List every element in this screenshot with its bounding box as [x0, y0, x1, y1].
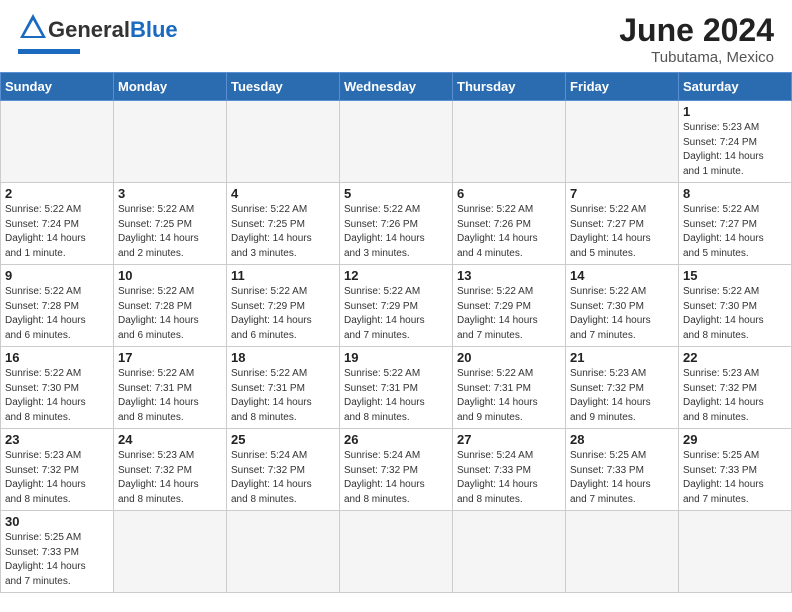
day-25: 25 Sunrise: 5:24 AMSunset: 7:32 PMDaylig…: [227, 429, 340, 511]
empty-cell: [114, 511, 227, 593]
day-16: 16 Sunrise: 5:22 AMSunset: 7:30 PMDaylig…: [1, 347, 114, 429]
header-wednesday: Wednesday: [340, 73, 453, 101]
day-27: 27 Sunrise: 5:24 AMSunset: 7:33 PMDaylig…: [453, 429, 566, 511]
day-5: 5 Sunrise: 5:22 AMSunset: 7:26 PMDayligh…: [340, 183, 453, 265]
empty-cell: [114, 101, 227, 183]
empty-cell: [453, 511, 566, 593]
day-11: 11 Sunrise: 5:22 AMSunset: 7:29 PMDaylig…: [227, 265, 340, 347]
day-21: 21 Sunrise: 5:23 AMSunset: 7:32 PMDaylig…: [566, 347, 679, 429]
empty-cell: [227, 511, 340, 593]
day-23: 23 Sunrise: 5:23 AMSunset: 7:32 PMDaylig…: [1, 429, 114, 511]
table-row: 9 Sunrise: 5:22 AMSunset: 7:28 PMDayligh…: [1, 265, 792, 347]
table-row: 30 Sunrise: 5:25 AMSunset: 7:33 PMDaylig…: [1, 511, 792, 593]
day-22: 22 Sunrise: 5:23 AMSunset: 7:32 PMDaylig…: [679, 347, 792, 429]
day-28: 28 Sunrise: 5:25 AMSunset: 7:33 PMDaylig…: [566, 429, 679, 511]
day-10: 10 Sunrise: 5:22 AMSunset: 7:28 PMDaylig…: [114, 265, 227, 347]
logo-icon: [18, 12, 48, 47]
empty-cell: [566, 101, 679, 183]
header-friday: Friday: [566, 73, 679, 101]
day-12: 12 Sunrise: 5:22 AMSunset: 7:29 PMDaylig…: [340, 265, 453, 347]
empty-cell: [340, 101, 453, 183]
day-9: 9 Sunrise: 5:22 AMSunset: 7:28 PMDayligh…: [1, 265, 114, 347]
day-17: 17 Sunrise: 5:22 AMSunset: 7:31 PMDaylig…: [114, 347, 227, 429]
title-block: June 2024 Tubutama, Mexico: [619, 12, 774, 66]
logo-bar: [18, 49, 80, 54]
day-1: 1 Sunrise: 5:23 AMSunset: 7:24 PMDayligh…: [679, 101, 792, 183]
day-30: 30 Sunrise: 5:25 AMSunset: 7:33 PMDaylig…: [1, 511, 114, 593]
empty-cell: [453, 101, 566, 183]
logo: GeneralBlue: [18, 12, 178, 54]
empty-cell: [679, 511, 792, 593]
calendar-table: Sunday Monday Tuesday Wednesday Thursday…: [0, 72, 792, 593]
day-24: 24 Sunrise: 5:23 AMSunset: 7:32 PMDaylig…: [114, 429, 227, 511]
day-13: 13 Sunrise: 5:22 AMSunset: 7:29 PMDaylig…: [453, 265, 566, 347]
day-8: 8 Sunrise: 5:22 AMSunset: 7:27 PMDayligh…: [679, 183, 792, 265]
day-19: 19 Sunrise: 5:22 AMSunset: 7:31 PMDaylig…: [340, 347, 453, 429]
empty-cell: [227, 101, 340, 183]
day-20: 20 Sunrise: 5:22 AMSunset: 7:31 PMDaylig…: [453, 347, 566, 429]
header-sunday: Sunday: [1, 73, 114, 101]
header-thursday: Thursday: [453, 73, 566, 101]
empty-cell: [340, 511, 453, 593]
day-2: 2 Sunrise: 5:22 AMSunset: 7:24 PMDayligh…: [1, 183, 114, 265]
empty-cell: [566, 511, 679, 593]
month-year: June 2024: [619, 12, 774, 49]
table-row: 23 Sunrise: 5:23 AMSunset: 7:32 PMDaylig…: [1, 429, 792, 511]
table-row: 1 Sunrise: 5:23 AMSunset: 7:24 PMDayligh…: [1, 101, 792, 183]
empty-cell: [1, 101, 114, 183]
day-26: 26 Sunrise: 5:24 AMSunset: 7:32 PMDaylig…: [340, 429, 453, 511]
header-monday: Monday: [114, 73, 227, 101]
day-29: 29 Sunrise: 5:25 AMSunset: 7:33 PMDaylig…: [679, 429, 792, 511]
day-6: 6 Sunrise: 5:22 AMSunset: 7:26 PMDayligh…: [453, 183, 566, 265]
day-4: 4 Sunrise: 5:22 AMSunset: 7:25 PMDayligh…: [227, 183, 340, 265]
logo-text: GeneralBlue: [48, 19, 178, 41]
header-tuesday: Tuesday: [227, 73, 340, 101]
day-15: 15 Sunrise: 5:22 AMSunset: 7:30 PMDaylig…: [679, 265, 792, 347]
header-saturday: Saturday: [679, 73, 792, 101]
table-row: 16 Sunrise: 5:22 AMSunset: 7:30 PMDaylig…: [1, 347, 792, 429]
day-18: 18 Sunrise: 5:22 AMSunset: 7:31 PMDaylig…: [227, 347, 340, 429]
day-3: 3 Sunrise: 5:22 AMSunset: 7:25 PMDayligh…: [114, 183, 227, 265]
day-14: 14 Sunrise: 5:22 AMSunset: 7:30 PMDaylig…: [566, 265, 679, 347]
page-header: GeneralBlue June 2024 Tubutama, Mexico: [0, 0, 792, 72]
day-7: 7 Sunrise: 5:22 AMSunset: 7:27 PMDayligh…: [566, 183, 679, 265]
table-row: 2 Sunrise: 5:22 AMSunset: 7:24 PMDayligh…: [1, 183, 792, 265]
location: Tubutama, Mexico: [619, 49, 774, 66]
